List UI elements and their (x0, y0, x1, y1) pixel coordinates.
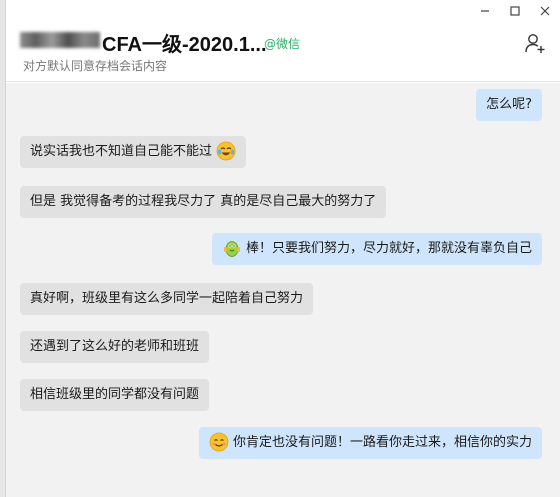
message-list[interactable]: 怎么呢? 说实话我也不知道自己能不能过 但是 我觉得备考的过程我尽力了 真的是尽… (6, 83, 560, 497)
message-bubble-incoming[interactable]: 但是 我觉得备考的过程我尽力了 真的是尽自己最大的努力了 (20, 186, 387, 218)
message-text: 怎么呢? (486, 97, 532, 112)
smiling-face-icon (209, 432, 229, 452)
message-text: 还遇到了这么好的老师和班班 (30, 339, 200, 354)
message-bubble-incoming[interactable]: 说实话我也不知道自己能不能过 (20, 136, 247, 168)
chat-title[interactable]: CFA一级-2020.1... (102, 28, 267, 57)
message-bubble-outgoing[interactable]: 棒！只要我们努力，尽力就好，那就没有辜负自己 (211, 233, 542, 265)
message-text: 但是 我觉得备考的过程我尽力了 真的是尽自己最大的努力了 (30, 194, 377, 209)
chat-subtitle: 对方默认同意存档会话内容 (23, 59, 168, 73)
message-text: 你肯定也没有问题！一路看你走过来，相信你的实力 (232, 435, 532, 450)
message-bubble-incoming[interactable]: 相信班级里的同学都没有问题 (20, 379, 210, 411)
message-bubble-outgoing[interactable]: 你肯定也没有问题！一路看你走过来，相信你的实力 (198, 427, 542, 459)
pickle-thumbs-up-icon (222, 238, 242, 258)
add-person-icon[interactable] (524, 32, 546, 54)
window-controls (470, 0, 560, 22)
message-text: 说实话我也不知道自己能不能过 (30, 144, 213, 159)
message-bubble-incoming[interactable]: 真好啊，班级里有这么多同学一起陪着自己努力 (20, 283, 314, 315)
message-text: 真好啊，班级里有这么多同学一起陪着自己努力 (30, 291, 304, 306)
laughing-crying-face-icon (216, 141, 236, 161)
minimize-icon[interactable] (470, 0, 500, 22)
message-bubble-incoming[interactable]: 还遇到了这么好的老师和班班 (20, 331, 210, 363)
message-text: 相信班级里的同学都没有问题 (30, 387, 200, 402)
blurred-name (20, 32, 100, 48)
chat-source-tag: @微信 (264, 37, 301, 51)
close-icon[interactable] (530, 0, 560, 22)
maximize-icon[interactable] (500, 0, 530, 22)
message-text: 棒！只要我们努力，尽力就好，那就没有辜负自己 (245, 241, 532, 256)
message-bubble-outgoing[interactable]: 怎么呢? (476, 89, 542, 121)
